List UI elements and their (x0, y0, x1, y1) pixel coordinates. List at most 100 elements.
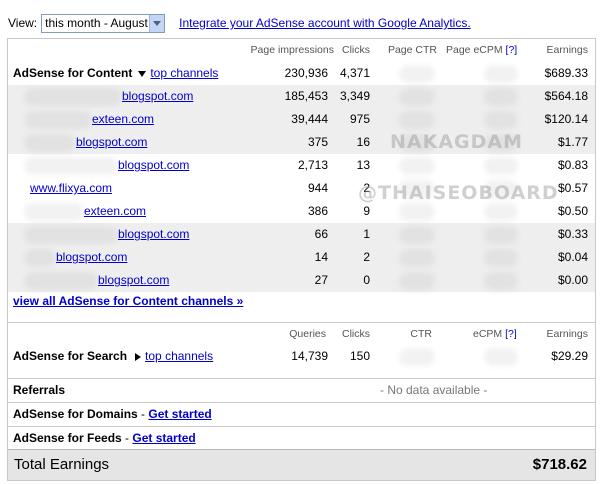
impressions-value: 27 (314, 273, 328, 287)
ecpm-redacted (488, 345, 514, 368)
ctr-redacted (403, 154, 431, 177)
clicks-value: 150 (349, 349, 370, 363)
domains-cell: AdSense for Domains - Get started (13, 403, 212, 426)
search-top-channels-link[interactable]: top channels (145, 349, 213, 363)
watermark-text: @THAISEOBOARD (358, 182, 559, 204)
feeds-row: AdSense for Feeds - Get started (8, 427, 595, 450)
clicks-value: 4,371 (339, 66, 370, 80)
referrals-title: Referrals (13, 383, 66, 397)
channel-label-cell: blogspot.com (28, 246, 127, 269)
ctr-redacted (403, 62, 431, 85)
referrals-row: Referrals - No data available - (8, 379, 595, 402)
period-select[interactable]: this month - August (41, 13, 166, 33)
ctr-redacted (403, 269, 431, 292)
col-clicks: Clicks (342, 328, 370, 340)
chevron-down-icon[interactable] (149, 14, 165, 32)
impressions-value: 39,444 (291, 112, 328, 126)
impressions-value: 944 (307, 181, 328, 195)
earnings-value: $0.00 (557, 273, 588, 287)
no-data-text: - No data available - (380, 383, 488, 397)
search-summary-row: AdSense for Search top channels 14,739 15… (8, 345, 595, 368)
ecpm-redacted (488, 85, 514, 108)
col-clicks: Clicks (342, 44, 370, 56)
content-title: AdSense for Content (13, 66, 133, 80)
channel-row: blogspot.com 14 2 $0.04 (8, 246, 595, 269)
total-earnings-bar: Total Earnings $718.62 (8, 449, 595, 480)
ctr-redacted (403, 85, 431, 108)
col-page-ecpm-label: Page eCPM (446, 44, 503, 56)
content-top-channels-link[interactable]: top channels (150, 66, 218, 80)
clicks-value: 0 (363, 273, 370, 287)
channel-label-cell: blogspot.com (28, 269, 169, 292)
channel-link[interactable]: blogspot.com (76, 135, 147, 149)
total-earnings-label: Total Earnings (14, 456, 110, 473)
ecpm-redacted (488, 154, 514, 177)
content-header-row: Page impressions Clicks Page CTR Page eC… (8, 39, 595, 62)
triangle-right-icon[interactable] (135, 352, 142, 361)
channel-row: blogspot.com 27 0 $0.00 (8, 269, 595, 292)
channel-link[interactable]: exteen.com (84, 204, 146, 218)
view-all-content-link-cell: view all AdSense for Content channels » (13, 290, 243, 313)
triangle-down-icon[interactable] (138, 70, 147, 77)
domains-get-started-link[interactable]: Get started (148, 407, 211, 421)
earnings-value: $1.77 (557, 135, 588, 149)
watermark-text: NAKAGDAM (390, 131, 524, 153)
ctr-redacted (403, 345, 431, 368)
impressions-value: 66 (314, 227, 328, 241)
domains-dash: - (137, 407, 149, 421)
col-ctr: CTR (410, 328, 432, 340)
feeds-cell: AdSense for Feeds - Get started (13, 427, 196, 450)
earnings-panel: Page impressions Clicks Page CTR Page eC… (7, 38, 596, 481)
channel-link[interactable]: exteen.com (92, 112, 154, 126)
impressions-value: 185,453 (284, 89, 328, 103)
channel-link[interactable]: www.flixya.com (30, 181, 112, 195)
impressions-value: 375 (307, 135, 328, 149)
channel-label-cell: blogspot.com (28, 223, 189, 246)
feeds-dash: - (121, 431, 133, 445)
col-earnings: Earnings (546, 328, 588, 340)
channel-row: blogspot.com 66 1 $0.33 (8, 223, 595, 246)
earnings-value: $0.83 (557, 158, 588, 172)
impressions-value: 14 (314, 250, 328, 264)
channel-link[interactable]: blogspot.com (98, 273, 169, 287)
help-link[interactable]: [?] (506, 44, 518, 56)
search-title: AdSense for Search (13, 349, 128, 363)
ecpm-redacted (488, 246, 514, 269)
col-ecpm-label: eCPM (473, 328, 503, 340)
channel-label-cell: exteen.com (28, 108, 154, 131)
channel-link[interactable]: blogspot.com (56, 250, 127, 264)
channel-link[interactable]: blogspot.com (118, 158, 189, 172)
feeds-get-started-link[interactable]: Get started (132, 431, 195, 445)
ctr-redacted (403, 108, 431, 131)
queries-value: 14,739 (291, 349, 328, 363)
channel-row: blogspot.com 2,713 13 $0.83 (8, 154, 595, 177)
channel-label-cell: blogspot.com (28, 131, 147, 154)
ecpm-redacted (488, 269, 514, 292)
domains-row: AdSense for Domains - Get started (8, 403, 595, 426)
search-title-cell: AdSense for Search top channels (13, 345, 213, 368)
view-all-content-channels-link[interactable]: view all AdSense for Content channels » (13, 294, 243, 308)
col-page-ecpm: Page eCPM [?] (446, 39, 522, 62)
help-link[interactable]: [?] (505, 328, 517, 340)
view-all-row: view all AdSense for Content channels » (8, 290, 595, 313)
col-ecpm: eCPM [?] (473, 323, 523, 346)
ctr-redacted (403, 246, 431, 269)
earnings-value: $0.33 (557, 227, 588, 241)
col-page-impressions: Page impressions (250, 44, 334, 56)
channel-label-cell: blogspot.com (28, 154, 189, 177)
content-summary-row: AdSense for Content top channels 230,936 … (8, 62, 595, 85)
channel-link[interactable]: blogspot.com (122, 89, 193, 103)
integrate-analytics-link[interactable]: Integrate your AdSense account with Goog… (179, 16, 471, 30)
feeds-title: AdSense for Feeds (13, 431, 122, 445)
channel-label-cell: www.flixya.com (30, 177, 112, 200)
total-earnings-value: $718.62 (532, 456, 587, 473)
channel-label-cell: exteen.com (28, 200, 146, 223)
clicks-value: 1 (363, 227, 370, 241)
channel-link[interactable]: blogspot.com (118, 227, 189, 241)
impressions-value: 2,713 (297, 158, 328, 172)
clicks-value: 3,349 (339, 89, 370, 103)
col-queries: Queries (289, 328, 326, 340)
period-select-value: this month - August (45, 16, 148, 30)
earnings-value: $689.33 (544, 66, 588, 80)
domains-title: AdSense for Domains (13, 407, 138, 421)
